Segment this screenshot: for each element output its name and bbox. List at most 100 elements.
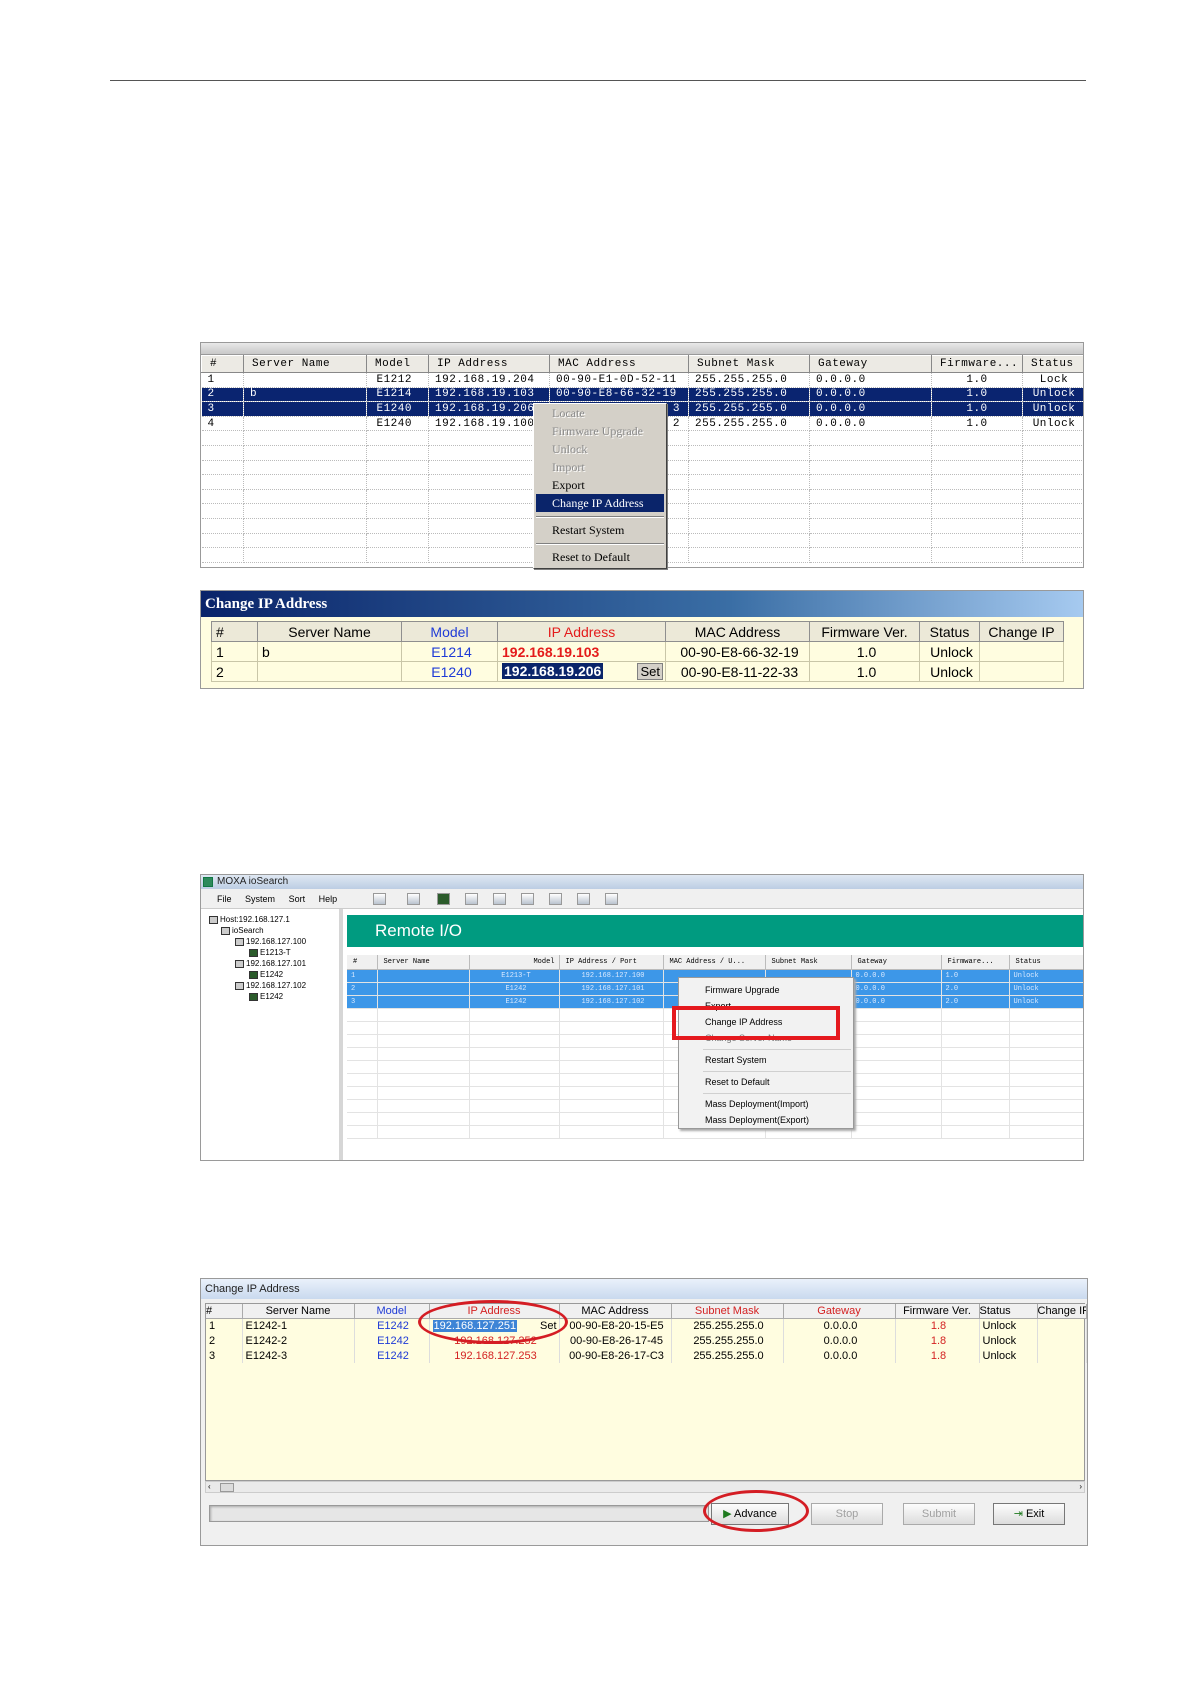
table-row[interactable]: 3 E1242-3 E1242 192.168.127.253 00-90-E8… bbox=[206, 1348, 1087, 1363]
scroll-right-icon[interactable]: › bbox=[1079, 1482, 1082, 1491]
tree-node-ip[interactable]: 192.168.127.102 bbox=[235, 981, 306, 990]
col-header[interactable]: Firmware Ver. bbox=[809, 621, 920, 642]
menu-sort[interactable]: Sort bbox=[289, 894, 306, 904]
col-header[interactable]: Status bbox=[1022, 355, 1083, 373]
wrench-tool-icon[interactable] bbox=[465, 893, 478, 905]
horizontal-scrollbar[interactable]: ‹ › bbox=[205, 1481, 1085, 1493]
stop-button[interactable]: Stop bbox=[811, 1503, 883, 1525]
col-header[interactable]: Firmware... bbox=[931, 355, 1023, 373]
col-header[interactable]: IP Address bbox=[428, 355, 550, 373]
menu-item-export[interactable]: Export bbox=[534, 476, 666, 494]
cell: 3 bbox=[206, 1348, 243, 1363]
exit-button[interactable]: ⇥ Exit bbox=[993, 1503, 1065, 1525]
menu-system[interactable]: System bbox=[245, 894, 275, 904]
menu-item-reset-to-default[interactable]: Reset to Default bbox=[534, 548, 666, 566]
menu-item-locate[interactable]: Locate bbox=[534, 404, 666, 422]
tree-node-ip[interactable]: 192.168.127.100 bbox=[235, 937, 306, 946]
col-header[interactable]: # bbox=[201, 355, 244, 373]
cell bbox=[243, 372, 367, 388]
col-header[interactable]: MAC Address bbox=[665, 621, 810, 642]
table-row[interactable]: 2 E1242-2 E1242 192.168.127.252 00-90-E8… bbox=[206, 1333, 1087, 1348]
submit-button[interactable]: Submit bbox=[903, 1503, 975, 1525]
menu-item-firmware-upgrade[interactable]: Firmware Upgrade bbox=[534, 422, 666, 440]
cell: 1.0 bbox=[931, 372, 1023, 388]
menu-item-restart-system[interactable]: Restart System bbox=[679, 1052, 853, 1068]
col-header[interactable]: IP Address / Port bbox=[559, 955, 664, 970]
set-button[interactable]: Set bbox=[637, 663, 663, 680]
console-tool-icon[interactable] bbox=[437, 893, 450, 905]
cell: E1242-2 bbox=[242, 1333, 355, 1348]
search-tool-icon[interactable] bbox=[373, 893, 386, 905]
col-header[interactable]: Server Name bbox=[377, 955, 470, 970]
col-header[interactable]: Gateway bbox=[851, 955, 942, 970]
ip-input[interactable]: 192.168.19.206 bbox=[502, 663, 604, 679]
col-header[interactable]: Status bbox=[979, 1304, 1038, 1319]
col-header[interactable]: # bbox=[206, 1304, 243, 1319]
col-header[interactable]: Firmware... bbox=[941, 955, 1010, 970]
ip-edit-cell[interactable]: 192.168.19.206 Set bbox=[497, 661, 666, 682]
context-menu: Locate Firmware Upgrade Unlock Import Ex… bbox=[533, 403, 667, 569]
col-header[interactable]: Status bbox=[919, 621, 980, 642]
cell: E1240 bbox=[366, 416, 429, 432]
menu-item-firmware-upgrade[interactable]: Firmware Upgrade bbox=[679, 982, 853, 998]
cell: Unlock bbox=[1009, 969, 1083, 983]
tree-node-host[interactable]: Host:192.168.127.1 bbox=[209, 915, 290, 924]
scroll-thumb[interactable] bbox=[220, 1483, 234, 1492]
menu-item-reset-to-default[interactable]: Reset to Default bbox=[679, 1074, 853, 1090]
col-header[interactable]: MAC Address bbox=[559, 1304, 672, 1319]
import-tool-icon[interactable] bbox=[549, 893, 562, 905]
cell: E1242 bbox=[469, 995, 560, 1009]
tree-node-ip[interactable]: 192.168.127.101 bbox=[235, 959, 306, 968]
menu-item-restart-system[interactable]: Restart System bbox=[534, 521, 666, 539]
scroll-left-icon[interactable]: ‹ bbox=[208, 1482, 211, 1491]
cell[interactable]: 192.168.127.253 bbox=[429, 1348, 560, 1363]
menu-file[interactable]: File bbox=[217, 894, 232, 904]
ip-cell[interactable]: 192.168.19.103 bbox=[497, 641, 666, 662]
col-header[interactable]: Server Name bbox=[242, 1304, 355, 1319]
col-header[interactable]: Subnet Mask bbox=[765, 955, 852, 970]
upgrade-tool-icon[interactable] bbox=[493, 893, 506, 905]
col-header[interactable]: Status bbox=[1009, 955, 1083, 970]
col-header[interactable]: Model bbox=[354, 1304, 430, 1319]
dialog-title: Change IP Address bbox=[201, 1279, 1087, 1299]
table-row[interactable]: 2 b E1214 192.168.19.103 00-90-E8-66-32-… bbox=[201, 387, 1083, 403]
menu-item-mass-export[interactable]: Mass Deployment(Export) bbox=[679, 1112, 853, 1128]
col-header[interactable]: Model bbox=[401, 621, 498, 642]
col-header[interactable]: MAC Address / U... bbox=[663, 955, 766, 970]
col-header[interactable]: Change IP bbox=[979, 621, 1064, 642]
col-header[interactable]: # bbox=[347, 955, 378, 970]
menu-item-import[interactable]: Import bbox=[534, 458, 666, 476]
col-header[interactable]: Firmware Ver. bbox=[895, 1304, 980, 1319]
export-tool-icon[interactable] bbox=[521, 893, 534, 905]
menu-item-change-ip-address[interactable]: Change IP Address bbox=[536, 494, 664, 512]
table-row[interactable]: 2 E1240 192.168.19.206 Set 00-90-E8-11-2… bbox=[211, 661, 1064, 682]
col-header[interactable]: # bbox=[211, 621, 258, 642]
cell bbox=[257, 661, 402, 682]
lock-tool-icon[interactable] bbox=[605, 893, 618, 905]
cell bbox=[979, 641, 1064, 662]
col-header[interactable]: MAC Address bbox=[549, 355, 689, 373]
col-header[interactable]: IP Address bbox=[497, 621, 666, 642]
menu-help[interactable]: Help bbox=[319, 894, 338, 904]
tree-node-iosearch[interactable]: ioSearch bbox=[221, 926, 264, 935]
table-row[interactable]: 1 b E1214 192.168.19.103 00-90-E8-66-32-… bbox=[211, 641, 1064, 662]
swap-tool-icon[interactable] bbox=[577, 893, 590, 905]
col-header[interactable]: Server Name bbox=[257, 621, 402, 642]
col-header[interactable]: Change IP bbox=[1037, 1304, 1087, 1319]
col-header[interactable]: Gateway bbox=[783, 1304, 896, 1319]
table-row[interactable]: 1 E1212 192.168.19.204 00-90-E1-0D-52-11… bbox=[201, 372, 1083, 388]
menu-item-mass-import[interactable]: Mass Deployment(Import) bbox=[679, 1096, 853, 1112]
table-row[interactable]: 1 E1242-1 E1242 192.168.127.251 Set 00-9… bbox=[206, 1318, 1087, 1333]
tree-node-device[interactable]: E1242 bbox=[249, 992, 283, 1001]
col-header[interactable]: Gateway bbox=[809, 355, 932, 373]
col-header[interactable]: Server Name bbox=[243, 355, 367, 373]
server-tool-icon[interactable] bbox=[407, 893, 420, 905]
col-header[interactable]: Model bbox=[366, 355, 429, 373]
col-header[interactable]: Model bbox=[469, 955, 560, 970]
cell: Unlock bbox=[1022, 387, 1083, 403]
col-header[interactable]: Subnet Mask bbox=[688, 355, 810, 373]
tree-node-device[interactable]: E1242 bbox=[249, 970, 283, 979]
tree-node-device[interactable]: E1213-T bbox=[249, 948, 291, 957]
menu-item-unlock[interactable]: Unlock bbox=[534, 440, 666, 458]
col-header[interactable]: Subnet Mask bbox=[671, 1304, 784, 1319]
